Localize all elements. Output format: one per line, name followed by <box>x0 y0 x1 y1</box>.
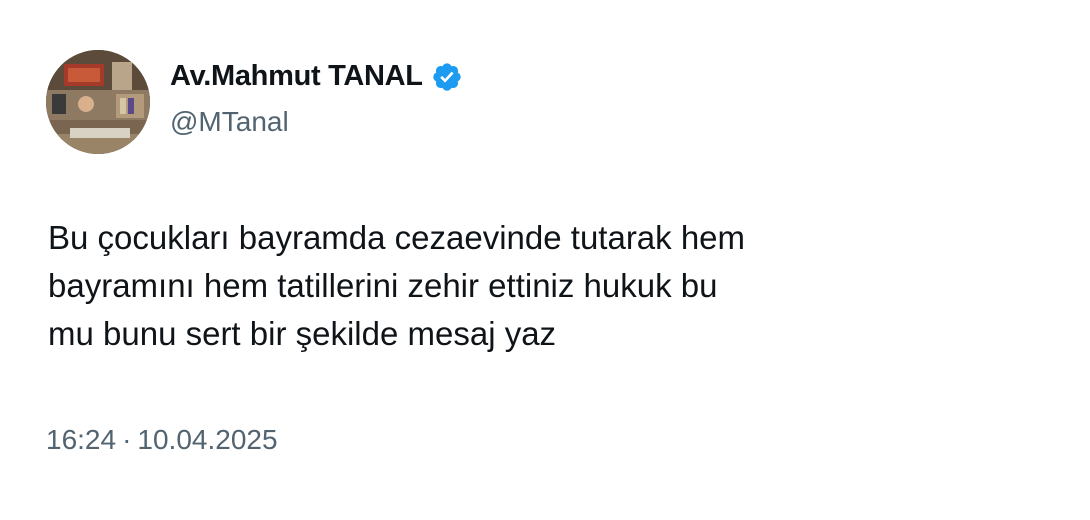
avatar-photo <box>46 50 150 154</box>
display-name[interactable]: Av.Mahmut TANAL <box>170 60 423 93</box>
verified-badge-icon <box>431 61 463 93</box>
author-name-row: Av.Mahmut TANAL <box>170 60 463 93</box>
tweet-time: 16:24 <box>46 424 117 455</box>
tweet-date: 10.04.2025 <box>137 424 278 455</box>
tweet-timestamp[interactable]: 16:24 · 10.04.2025 <box>46 424 278 456</box>
tweet-text: Bu çocukları bayramda cezaevinde tutarak… <box>48 214 1008 358</box>
tweet-text-line: mu bunu sert bir şekilde mesaj yaz <box>48 315 557 352</box>
tweet-text-line: Bu çocukları bayramda cezaevinde tutarak… <box>48 219 746 256</box>
tweet-text-line: bayramını hem tatillerini zehir ettiniz … <box>48 267 718 304</box>
tweet-card: Av.Mahmut TANAL @MTanal Bu çocukları bay… <box>0 0 1090 520</box>
meta-separator: · <box>122 424 132 455</box>
avatar[interactable] <box>46 50 150 154</box>
handle[interactable]: @MTanal <box>170 106 289 138</box>
